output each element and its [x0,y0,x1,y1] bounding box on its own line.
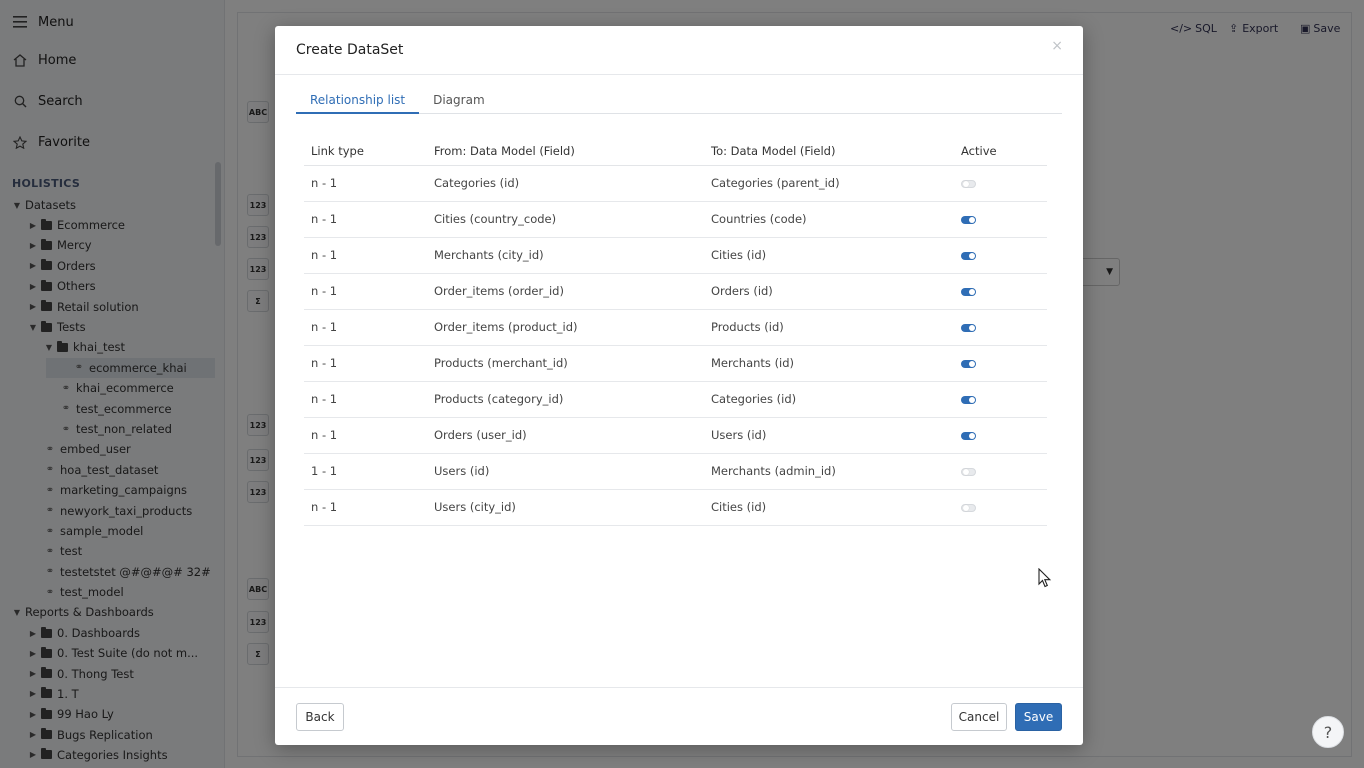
toggle-knob [963,180,969,187]
cell-from: Products (merchant_id) [427,345,704,382]
active-toggle[interactable] [961,251,976,260]
cell-active [954,201,1047,238]
table-row: n - 1 Products (category_id) Categories (i… [304,381,1047,418]
modal-header: Create DataSet × [275,26,1083,75]
tab-relationship-list[interactable]: Relationship list [296,89,420,114]
cell-to: Categories (id) [704,381,954,418]
cell-to: Products (id) [704,309,954,346]
table-header-row: Link type From: Data Model (Field) To: D… [304,137,1047,166]
toggle-knob [969,288,975,295]
cell-to: Users (id) [704,417,954,454]
active-toggle[interactable] [961,359,976,368]
cell-from: Order_items (product_id) [427,309,704,346]
table-row: n - 1 Products (merchant_id) Merchants (id… [304,345,1047,382]
cell-to: Cities (id) [704,237,954,274]
relationship-table: Link type From: Data Model (Field) To: D… [304,137,1047,526]
cell-link-type: n - 1 [304,309,427,346]
cell-to: Cities (id) [704,489,954,526]
cancel-button[interactable]: Cancel [951,703,1007,731]
active-toggle[interactable] [961,179,976,188]
save-button[interactable]: Save [1015,703,1062,731]
table-row: n - 1 Users (city_id) Cities (id) [304,489,1047,526]
active-toggle[interactable] [961,215,976,224]
create-dataset-modal: Create DataSet × Relationship list Diagr… [275,26,1083,745]
cell-active [954,417,1047,454]
column-header-link-type: Link type [304,137,427,166]
cell-active [954,309,1047,346]
back-button[interactable]: Back [296,703,344,731]
cell-active [954,381,1047,418]
cell-link-type: n - 1 [304,417,427,454]
cell-link-type: n - 1 [304,201,427,238]
cell-active [954,345,1047,382]
table-row: n - 1 Categories (id) Categories (parent_i… [304,165,1047,202]
toggle-knob [969,216,975,223]
cell-link-type: n - 1 [304,489,427,526]
cell-from: Order_items (order_id) [427,273,704,310]
tab-diagram[interactable]: Diagram [419,89,499,114]
cell-link-type: n - 1 [304,165,427,202]
cell-from: Orders (user_id) [427,417,704,454]
toggle-knob [969,360,975,367]
table-row: 1 - 1 Users (id) Merchants (admin_id) [304,453,1047,490]
table-row: n - 1 Order_items (product_id) Products (i… [304,309,1047,346]
toggle-knob [969,324,975,331]
active-toggle[interactable] [961,323,976,332]
toggle-knob [963,468,969,475]
toggle-knob [969,252,975,259]
cell-link-type: n - 1 [304,381,427,418]
cell-to: Categories (parent_id) [704,165,954,202]
cell-active [954,165,1047,202]
help-button[interactable]: ? [1312,716,1344,748]
active-toggle[interactable] [961,395,976,404]
table-row: n - 1 Orders (user_id) Users (id) [304,417,1047,454]
cell-to: Merchants (id) [704,345,954,382]
modal-tabs: Relationship list Diagram [296,89,1062,114]
column-header-active: Active [954,137,1047,166]
cell-from: Users (id) [427,453,704,490]
active-toggle[interactable] [961,431,976,440]
toggle-knob [969,432,975,439]
table-row: n - 1 Merchants (city_id) Cities (id) [304,237,1047,274]
cell-to: Orders (id) [704,273,954,310]
cell-from: Products (category_id) [427,381,704,418]
cell-from: Cities (country_code) [427,201,704,238]
toggle-knob [969,396,975,403]
close-icon[interactable]: × [1051,38,1063,54]
toggle-knob [963,504,969,511]
modal-title: Create DataSet [296,42,404,58]
table-row: n - 1 Order_items (order_id) Orders (id) [304,273,1047,310]
cell-from: Merchants (city_id) [427,237,704,274]
cell-active [954,273,1047,310]
cell-active [954,489,1047,526]
cell-from: Categories (id) [427,165,704,202]
column-header-from: From: Data Model (Field) [427,137,704,166]
cell-active [954,237,1047,274]
cell-to: Countries (code) [704,201,954,238]
active-toggle[interactable] [961,467,976,476]
cell-link-type: n - 1 [304,237,427,274]
table-row: n - 1 Cities (country_code) Countries (cod… [304,201,1047,238]
active-toggle[interactable] [961,287,976,296]
column-header-to: To: Data Model (Field) [704,137,954,166]
cell-to: Merchants (admin_id) [704,453,954,490]
cell-link-type: 1 - 1 [304,453,427,490]
cell-link-type: n - 1 [304,273,427,310]
cell-active [954,453,1047,490]
cell-from: Users (city_id) [427,489,704,526]
active-toggle[interactable] [961,503,976,512]
mouse-cursor-icon [1038,567,1052,591]
modal-footer: Back Cancel Save [275,687,1083,745]
cell-link-type: n - 1 [304,345,427,382]
